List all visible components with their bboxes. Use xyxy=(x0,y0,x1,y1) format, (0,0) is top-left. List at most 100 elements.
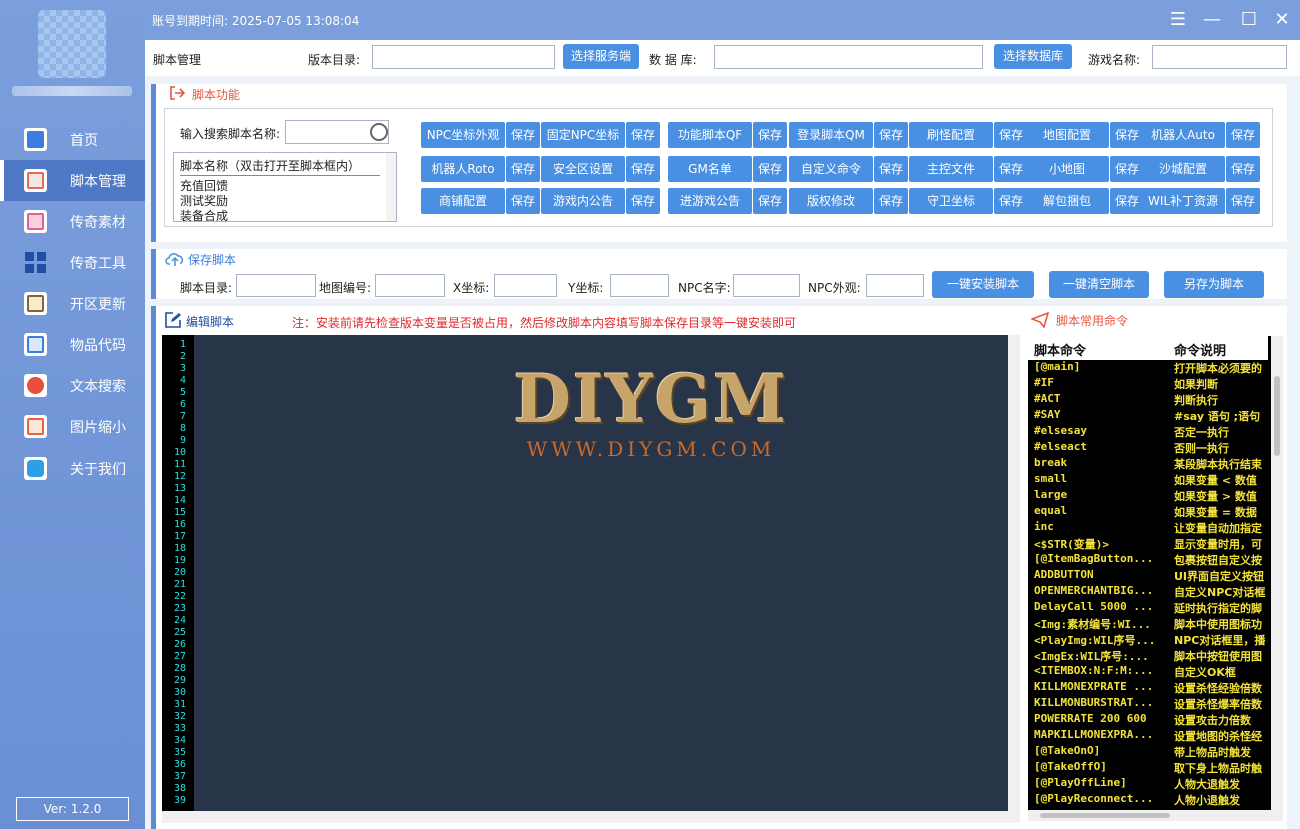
select-db-button[interactable]: 选择数据库 xyxy=(994,44,1072,69)
maximize-button[interactable]: ☐ xyxy=(1238,9,1260,31)
command-list-hscroll[interactable] xyxy=(1028,810,1283,821)
table-row[interactable]: [@TakeOnO] 带上物品时触发 xyxy=(1028,744,1268,760)
save-button[interactable]: 保存 xyxy=(1110,188,1144,214)
save-button[interactable]: 保存 xyxy=(1110,156,1144,182)
function-button[interactable]: 版权修改 xyxy=(789,188,873,214)
table-row[interactable]: [@ItemBagButton... 包裹按钮自定义按 xyxy=(1028,552,1268,568)
db-input[interactable] xyxy=(714,45,983,69)
editor-scrollbar[interactable] xyxy=(1008,335,1020,811)
select-server-button[interactable]: 选择服务端 xyxy=(563,44,639,69)
function-button[interactable]: 解包捆包 xyxy=(1025,188,1109,214)
function-button[interactable]: 主控文件 xyxy=(909,156,993,182)
save-button[interactable]: 保存 xyxy=(994,188,1028,214)
save-button[interactable]: 保存 xyxy=(994,122,1028,148)
table-row[interactable]: equal 如果变量 = 数据 xyxy=(1028,504,1268,520)
save-as-script-button[interactable]: 另存为脚本 xyxy=(1164,271,1264,298)
table-row[interactable]: <ITEMBOX:N:F:M:... 自定义OK框 xyxy=(1028,664,1268,680)
save-button[interactable]: 保存 xyxy=(1226,122,1260,148)
sidebar-item-image-shrink[interactable]: 图片缩小 xyxy=(0,406,145,447)
table-row[interactable]: OPENMERCHANTBIG... 自定义NPC对话框 xyxy=(1028,584,1268,600)
function-button[interactable]: 自定义命令 xyxy=(789,156,873,182)
save-button[interactable]: 保存 xyxy=(1110,122,1144,148)
save-button[interactable]: 保存 xyxy=(506,156,540,182)
sidebar-item-script-manage[interactable]: 脚本管理 xyxy=(0,160,145,201)
sidebar-item-text-search[interactable]: 文本搜索 xyxy=(0,365,145,406)
function-button[interactable]: 游戏内公告 xyxy=(541,188,625,214)
search-icon[interactable] xyxy=(370,123,388,141)
table-row[interactable]: <Img:素材编号:WI... 脚本中使用图标功 xyxy=(1028,616,1268,632)
close-button[interactable]: ✕ xyxy=(1271,9,1293,31)
sidebar-item-materials[interactable]: 传奇素材 xyxy=(0,201,145,242)
function-button[interactable]: GM名单 xyxy=(668,156,752,182)
sidebar-item-tools[interactable]: 传奇工具 xyxy=(0,242,145,283)
list-item[interactable]: 装备合成 xyxy=(180,207,228,221)
save-button[interactable]: 保存 xyxy=(753,188,787,214)
save-button[interactable]: 保存 xyxy=(874,156,908,182)
save-button[interactable]: 保存 xyxy=(626,122,660,148)
function-button[interactable]: WIL补丁资源 xyxy=(1141,188,1225,214)
install-script-button[interactable]: 一键安装脚本 xyxy=(932,271,1034,298)
function-button[interactable]: 刷怪配置 xyxy=(909,122,993,148)
function-button[interactable]: 固定NPC坐标 xyxy=(541,122,625,148)
sidebar-item-update[interactable]: 开区更新 xyxy=(0,283,145,324)
table-row[interactable]: small 如果变量 < 数值 xyxy=(1028,472,1268,488)
table-row[interactable]: DelayCall 5000 ... 延时执行指定的脚 xyxy=(1028,600,1268,616)
save-button[interactable]: 保存 xyxy=(874,122,908,148)
table-row[interactable]: [@PlayReconnect... 人物小退触发 xyxy=(1028,792,1268,808)
table-row[interactable]: KILLMONBURSTRAT... 设置杀怪爆率倍数 xyxy=(1028,696,1268,712)
table-row[interactable]: MAPKILLMONEXPRA... 设置地图的杀怪经 xyxy=(1028,728,1268,744)
scrollbar-thumb[interactable] xyxy=(1274,376,1280,456)
function-button[interactable]: 进游戏公告 xyxy=(668,188,752,214)
function-button[interactable]: 沙城配置 xyxy=(1141,156,1225,182)
table-row[interactable]: [@main] 打开脚本必须要的 xyxy=(1028,360,1268,376)
table-row[interactable]: #IF 如果判断 xyxy=(1028,376,1268,392)
table-row[interactable]: break 某段脚本执行结束 xyxy=(1028,456,1268,472)
table-row[interactable]: #elsesay 否定一执行 xyxy=(1028,424,1268,440)
function-button[interactable]: NPC坐标外观 xyxy=(421,122,505,148)
version-dir-input[interactable] xyxy=(372,45,555,69)
list-scrollbar[interactable] xyxy=(386,153,396,221)
script-list[interactable]: 脚本名称（双击打开至脚本框内） 充值回馈 测试奖励 装备合成 xyxy=(173,152,397,222)
clear-script-button[interactable]: 一键清空脚本 xyxy=(1049,271,1149,298)
save-button[interactable]: 保存 xyxy=(626,188,660,214)
table-row[interactable]: POWERRATE 200 600 设置攻击力倍数 xyxy=(1028,712,1268,728)
function-button[interactable]: 登录脚本QM xyxy=(789,122,873,148)
save-button[interactable]: 保存 xyxy=(1226,188,1260,214)
save-button[interactable]: 保存 xyxy=(994,156,1028,182)
minimize-button[interactable]: — xyxy=(1201,9,1223,31)
sidebar-item-about[interactable]: 关于我们 xyxy=(0,448,145,489)
table-row[interactable]: <$STR(变量)> 显示变量时用，可 xyxy=(1028,536,1268,552)
save-button[interactable]: 保存 xyxy=(753,156,787,182)
function-button[interactable]: 机器人Auto xyxy=(1141,122,1225,148)
table-row[interactable]: KILLMONEXPRATE ... 设置杀怪经验倍数 xyxy=(1028,680,1268,696)
editor-hscroll[interactable] xyxy=(162,811,1020,823)
save-button[interactable]: 保存 xyxy=(874,188,908,214)
menu-icon[interactable]: ☰ xyxy=(1167,9,1189,31)
function-button[interactable]: 地图配置 xyxy=(1025,122,1109,148)
npc-name-input[interactable] xyxy=(733,274,800,297)
x-coord-input[interactable] xyxy=(494,274,557,297)
table-row[interactable]: #SAY #say 语句 ;语句 xyxy=(1028,408,1268,424)
command-list[interactable]: 脚本命令 命令说明 [@main] 打开脚本必须要的 #IF 如果判断 #ACT 判断执行… xyxy=(1028,336,1283,810)
table-row[interactable]: <PlayImg:WIL序号... NPC对话框里，播 xyxy=(1028,632,1268,648)
table-row[interactable]: [@TakeOffO] 取下身上物品时触 xyxy=(1028,760,1268,776)
sidebar-item-item-code[interactable]: 物品代码 xyxy=(0,324,145,365)
script-editor[interactable]: 1 2 3 4 5 6 7 8 9 10 11 12 13 14 15 16 17 18 19 20 21 22 23 24 2… xyxy=(162,335,1008,811)
command-list-scrollbar[interactable] xyxy=(1271,336,1283,810)
game-name-input[interactable] xyxy=(1152,45,1287,69)
save-button[interactable]: 保存 xyxy=(753,122,787,148)
function-button[interactable]: 小地图 xyxy=(1025,156,1109,182)
scrollbar-thumb[interactable] xyxy=(1040,813,1170,818)
search-input[interactable] xyxy=(288,123,364,141)
sidebar-item-home[interactable]: 首页 xyxy=(0,119,145,160)
table-row[interactable]: [@PlayOffLine] 人物大退触发 xyxy=(1028,776,1268,792)
y-coord-input[interactable] xyxy=(610,274,669,297)
function-button[interactable]: 守卫坐标 xyxy=(909,188,993,214)
function-button[interactable]: 商铺配置 xyxy=(421,188,505,214)
table-row[interactable]: inc 让变量自动加指定 xyxy=(1028,520,1268,536)
table-row[interactable]: large 如果变量 > 数值 xyxy=(1028,488,1268,504)
save-button[interactable]: 保存 xyxy=(1226,156,1260,182)
save-button[interactable]: 保存 xyxy=(626,156,660,182)
save-button[interactable]: 保存 xyxy=(506,122,540,148)
save-button[interactable]: 保存 xyxy=(506,188,540,214)
